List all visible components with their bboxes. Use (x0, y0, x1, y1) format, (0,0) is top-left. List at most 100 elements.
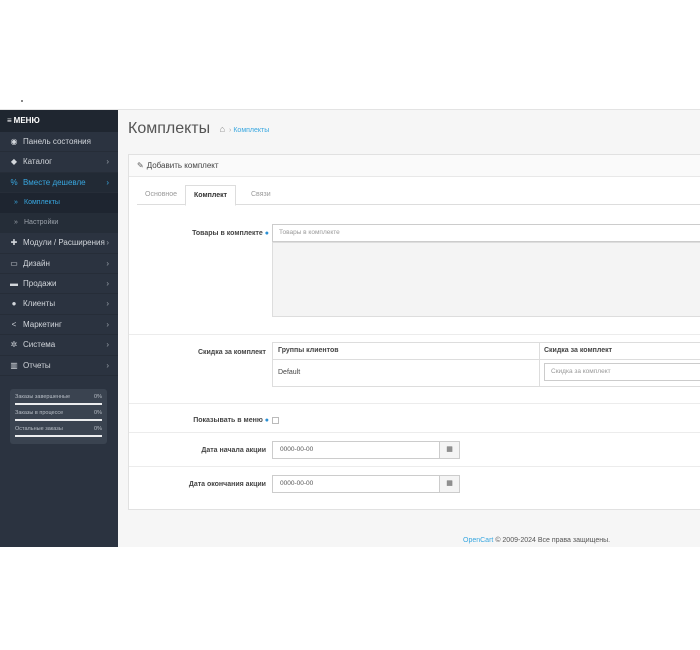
panel-title: Добавить комплект (146, 161, 219, 170)
stray-dot (21, 100, 23, 102)
menu-label: МЕНЮ (13, 116, 40, 125)
puzzle-icon: ✚ (10, 238, 18, 248)
stat-label: Заказы в процессе (15, 410, 64, 416)
sidebar: ≡ МЕНЮ ◉ Панель состояния ◆ Каталог › % В… (0, 110, 118, 547)
double-chevron-icon: » (14, 219, 18, 227)
sidebar-item-catalog[interactable]: ◆ Каталог › (0, 152, 118, 173)
end-date-value: 0000-00-00 (280, 480, 314, 487)
start-date-input[interactable]: 0000-00-00 ▦ (272, 441, 460, 459)
user-icon: ● (11, 299, 17, 309)
menu-header[interactable]: ≡ МЕНЮ (0, 110, 118, 132)
percent-icon: % (10, 177, 18, 187)
page-title: Комплекты (128, 120, 211, 137)
stat-progress-bar (15, 403, 102, 405)
chevron-right-icon: › (106, 319, 109, 329)
calendar-icon[interactable]: ▦ (439, 442, 459, 458)
sidebar-item-label: Вместе дешевле (23, 177, 86, 187)
sidebar-item-label: Система (23, 340, 56, 350)
panel-heading: ✎ Добавить комплект (129, 155, 700, 177)
sidebar-item-dashboard[interactable]: ◉ Панель состояния (0, 132, 118, 153)
gear-icon: ✲ (10, 340, 18, 350)
sidebar-item-sales[interactable]: ▬ Продажи › (0, 274, 118, 295)
breadcrumb-separator: › (229, 127, 232, 134)
sidebar-item-label: Клиенты (23, 299, 56, 309)
question-circle-icon[interactable]: ● (265, 230, 269, 237)
show-in-menu-label-text: Показывать в меню (193, 417, 263, 424)
footer-copyright: © 2009-2024 Все права защищены. (495, 537, 611, 544)
sidebar-item-marketing[interactable]: < Маркетинг › (0, 315, 118, 336)
sidebar-item-customers[interactable]: ● Клиенты › (0, 294, 118, 315)
sidebar-item-label: Модули / Расширения (23, 238, 105, 248)
products-autocomplete-input[interactable]: Товары в комплекте (272, 224, 700, 242)
discount-input[interactable]: Скидка за комплект (544, 363, 700, 381)
stat-processing: Заказы в процессе 0% (15, 409, 102, 425)
admin-app: ≡ МЕНЮ ◉ Панель состояния ◆ Каталог › % В… (0, 109, 700, 547)
stat-percent: 0% (94, 426, 102, 432)
chevron-right-icon: › (106, 157, 109, 167)
sidebar-item-label: Продажи (23, 278, 57, 288)
tab-bar: Основное Комплект Связи (137, 185, 700, 206)
question-circle-icon[interactable]: ● (265, 417, 269, 424)
column-header-customer-groups: Группы клиентов (278, 347, 339, 354)
chevron-right-icon: › (106, 258, 109, 268)
sidebar-item-extensions[interactable]: ✚ Модули / Расширения › (0, 233, 118, 254)
stat-label: Остальные заказы (15, 426, 63, 432)
home-icon[interactable]: ⌂ (220, 124, 225, 134)
sidebar-item-label: Каталог (23, 157, 53, 167)
start-date-value: 0000-00-00 (280, 446, 314, 453)
sidebar-subitem-settings[interactable]: » Настройки (0, 213, 118, 234)
stat-other: Остальные заказы 0% (15, 425, 102, 441)
show-in-menu-label: Показывать в меню ● (149, 417, 269, 424)
end-date-input[interactable]: 0000-00-00 ▦ (272, 475, 460, 493)
stat-completed: Заказы завершенные 0% (15, 393, 102, 409)
discount-table: Группы клиентов Скидка за комплект Defau… (272, 342, 700, 387)
chevron-right-icon: › (106, 278, 109, 288)
calendar-icon[interactable]: ▦ (439, 476, 459, 492)
sidebar-item-design[interactable]: ▭ Дизайн › (0, 254, 118, 274)
products-label: Товары в комплекте ● (169, 230, 269, 237)
share-icon: < (11, 319, 17, 329)
footer: OpenCart © 2009-2024 Все права защищены. (463, 537, 610, 544)
chevron-right-icon: › (106, 238, 109, 248)
double-chevron-icon: » (14, 199, 18, 207)
products-label-text: Товары в комплекте (192, 230, 263, 237)
table-header-divider (273, 359, 700, 360)
tab-bundle[interactable]: Комплект (185, 185, 237, 206)
sidebar-item-label: Маркетинг (23, 319, 62, 329)
start-date-label: Дата начала акции (201, 447, 266, 454)
products-list-well (272, 242, 700, 317)
divider (129, 432, 700, 433)
monitor-icon: ▭ (10, 258, 18, 268)
stat-percent: 0% (94, 394, 102, 400)
sidebar-subitem-bundles[interactable]: » Комплекты (0, 193, 118, 214)
divider (129, 403, 700, 404)
stat-label: Заказы завершенные (15, 394, 71, 400)
sidebar-item-reports[interactable]: ▥ Отчеты › (0, 356, 118, 376)
bar-chart-icon: ▥ (10, 360, 18, 370)
sidebar-subitem-label: Настройки (24, 219, 59, 227)
opencart-link[interactable]: OpenCart (463, 537, 493, 544)
divider (129, 334, 700, 335)
sidebar-item-bundles[interactable]: % Вместе дешевле › (0, 172, 118, 194)
cart-icon: ▬ (10, 278, 18, 288)
show-in-menu-checkbox[interactable] (272, 417, 279, 424)
stat-progress-bar (15, 435, 102, 437)
sidebar-item-system[interactable]: ✲ Система › (0, 335, 118, 356)
page-header: Комплекты ⌂ › Комплекты (128, 120, 269, 142)
tab-links[interactable]: Связи (243, 185, 279, 205)
hamburger-icon: ≡ (7, 116, 12, 125)
main-content: Комплекты ⌂ › Комплекты ✎ Добавить комплект… (118, 110, 700, 547)
chevron-right-icon: › (106, 177, 109, 187)
breadcrumb: ⌂ › Комплекты (220, 124, 270, 134)
tag-icon: ◆ (10, 157, 18, 167)
tab-general[interactable]: Основное (137, 185, 185, 205)
sidebar-item-label: Дизайн (23, 258, 50, 268)
divider (129, 466, 700, 467)
stat-progress-bar (15, 419, 102, 421)
stat-percent: 0% (94, 410, 102, 416)
sidebar-item-label: Панель состояния (23, 137, 91, 146)
end-date-label: Дата окончания акции (188, 481, 266, 488)
sidebar-subitem-label: Комплекты (24, 199, 60, 207)
breadcrumb-link[interactable]: Комплекты (233, 127, 269, 134)
form-panel: ✎ Добавить комплект Основное Комплект Свя… (128, 154, 700, 510)
